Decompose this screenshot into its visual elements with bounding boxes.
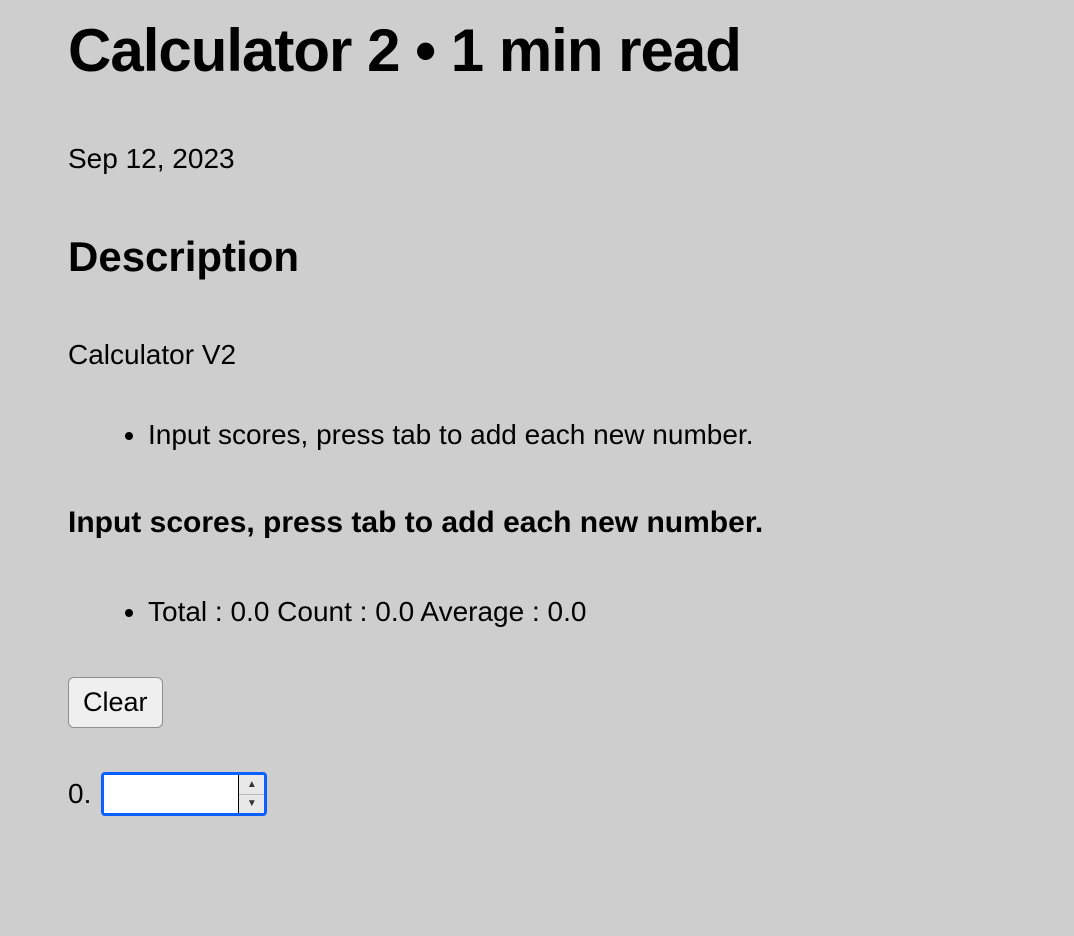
score-input-wrapper[interactable]: ▲ ▼ xyxy=(101,772,267,816)
input-label: 0. xyxy=(68,778,91,810)
description-bullet: Input scores, press tab to add each new … xyxy=(148,415,1006,454)
stats-line: Total : 0.0 Count : 0.0 Average : 0.0 xyxy=(148,592,1006,631)
instruction-heading: Input scores, press tab to add each new … xyxy=(68,506,1006,540)
post-date: Sep 12, 2023 xyxy=(68,143,1006,175)
spinner-down-icon[interactable]: ▼ xyxy=(239,795,264,814)
spinner-up-icon[interactable]: ▲ xyxy=(239,775,264,795)
description-heading: Description xyxy=(68,233,1006,281)
score-input[interactable] xyxy=(104,775,238,813)
number-spinner[interactable]: ▲ ▼ xyxy=(238,775,264,813)
description-text: Calculator V2 xyxy=(68,339,1006,371)
page-title: Calculator 2 • 1 min read xyxy=(68,0,1006,95)
clear-button[interactable]: Clear xyxy=(68,677,163,728)
